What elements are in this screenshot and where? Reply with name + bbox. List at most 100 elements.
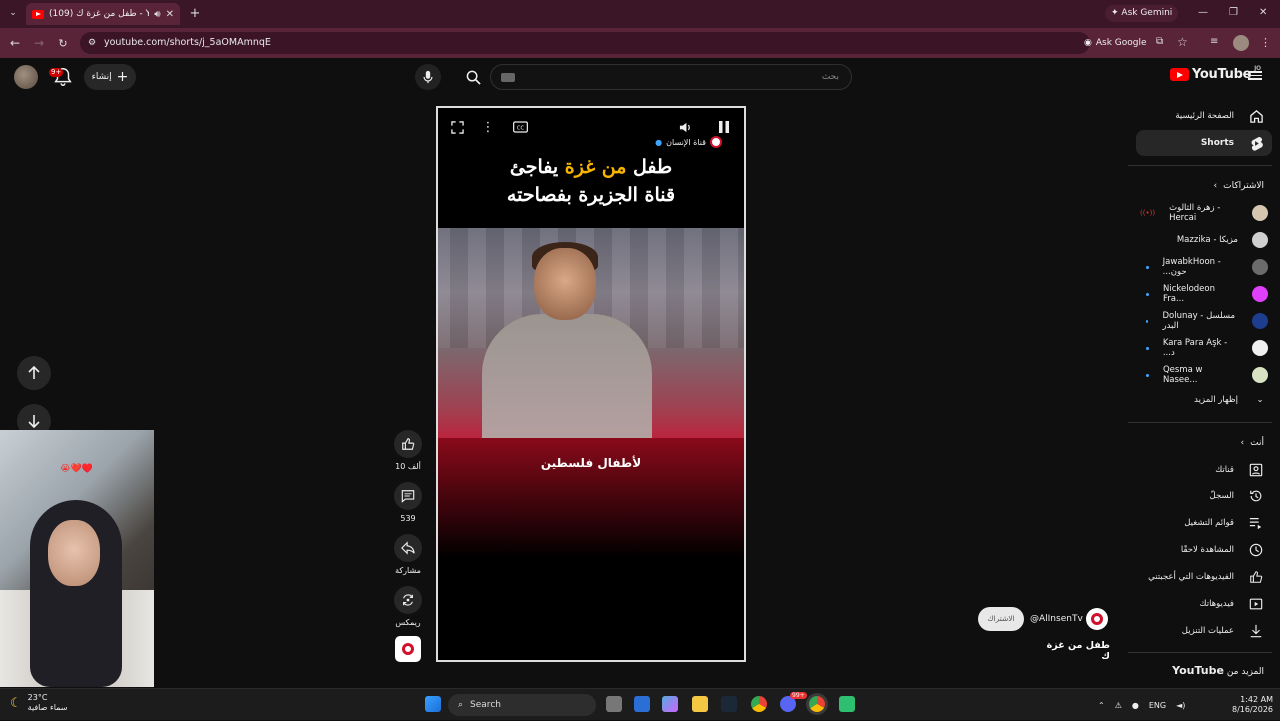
show-more-button[interactable]: إظهار المزيد ⌄ (1140, 388, 1268, 412)
voice-search-icon[interactable] (415, 64, 441, 90)
windows-start-icon[interactable] (425, 696, 441, 712)
whatsapp-icon[interactable] (839, 696, 855, 712)
volume-icon[interactable] (676, 118, 694, 136)
url-text: youtube.com/shorts/j_5aOMAmnqE (104, 37, 271, 48)
chrome-icon[interactable] (751, 696, 767, 712)
address-bar[interactable]: ⚙ youtube.com/shorts/j_5aOMAmnqE (80, 32, 1090, 54)
channel-avatar (1252, 313, 1268, 329)
ask-gemini-button[interactable]: ✦ Ask Gemini (1105, 5, 1179, 22)
taskbar-search[interactable]: ⌕ Search (448, 694, 596, 716)
sound-source-thumbnail[interactable] (395, 636, 421, 662)
you-header[interactable]: ‹ أنت (1241, 438, 1264, 448)
taskbar-clock[interactable]: 1:42 AM 8/16/2026 (1232, 695, 1273, 715)
bookmark-star-icon[interactable]: ☆ (1177, 35, 1188, 49)
create-label: إنشاء (91, 72, 112, 82)
task-view-icon[interactable] (606, 696, 622, 712)
search-button[interactable] (456, 64, 490, 90)
sidebar-divider (1128, 422, 1272, 423)
forward-icon[interactable]: → (32, 36, 46, 50)
more-options-icon[interactable]: ⋮ (479, 118, 497, 136)
file-explorer-icon[interactable] (692, 696, 708, 712)
sidebar-item-watch-later[interactable]: المشاهدة لاحقًا (1136, 537, 1272, 563)
fullscreen-icon[interactable] (448, 118, 466, 136)
subscribe-button[interactable]: الاشتراك (978, 607, 1024, 631)
remix-button[interactable]: ريمكس (393, 586, 423, 627)
new-tab-button[interactable]: + (188, 6, 202, 21)
reading-list-icon[interactable]: ≡ (1210, 36, 1218, 47)
network-icon[interactable]: ⚠ (1115, 701, 1122, 710)
webcam-person-face (48, 520, 100, 586)
browser-menu-icon[interactable]: ⋮ (1260, 36, 1271, 49)
comments-button[interactable]: 539 (393, 482, 423, 523)
microphone-icon[interactable]: ● (1132, 701, 1139, 710)
tab-close-icon[interactable]: ✕ (166, 9, 174, 20)
sidebar-subscription-item[interactable]: Nickelodeon Fra... (1140, 282, 1268, 306)
weather-widget[interactable]: ☾ 23°C سماء صافية (10, 693, 67, 713)
search-input[interactable]: بحث (490, 64, 852, 90)
install-app-icon[interactable]: ⧉ (1156, 36, 1163, 47)
channel-avatar[interactable] (1086, 608, 1108, 630)
sidebar-item-label: قناتك (1215, 465, 1234, 475)
language-indicator[interactable]: ENG (1149, 701, 1166, 710)
more-from-youtube-header: YouTube المزيد من (1160, 664, 1264, 677)
chrome-active-icon[interactable] (809, 696, 825, 712)
windows-taskbar: ☾ 23°C سماء صافية ⌕ Search 99+ ⌃ ⚠ ● ENG… (0, 688, 1280, 720)
sidebar-subscription-item[interactable]: Qesma w Nasee... (1140, 363, 1268, 387)
sidebar-item-playlists[interactable]: قوائم التشغيل (1136, 510, 1272, 536)
sidebar-item-history[interactable]: السجلّ (1136, 483, 1272, 509)
sidebar-item-label: فيديوهاتك (1199, 599, 1234, 609)
create-button[interactable]: إنشاء + (84, 64, 136, 90)
share-icon (394, 534, 422, 562)
sidebar-subscription-item[interactable]: ((•)) زهرة الثالوث - Hercai (1140, 201, 1268, 225)
previous-short-button[interactable] (17, 356, 51, 390)
hamburger-menu-icon[interactable] (1248, 69, 1262, 81)
like-button[interactable]: 10 ألف (393, 430, 423, 471)
sidebar-item-downloads[interactable]: عمليات التنزيل (1136, 618, 1272, 644)
steam-icon[interactable] (721, 696, 737, 712)
audio-playing-icon[interactable]: 🔊︎ (154, 9, 160, 20)
sidebar-item-liked-videos[interactable]: الفيديوهات التي أعجبتني (1136, 564, 1272, 590)
channel-avatar (1252, 232, 1268, 248)
logo-text: YouTube (1192, 67, 1252, 82)
profile-avatar-icon[interactable] (1233, 35, 1249, 51)
share-button[interactable]: مشاركة (393, 534, 423, 575)
account-avatar[interactable] (14, 65, 38, 89)
channel-logo-icon (402, 643, 414, 655)
sidebar-subscription-item[interactable]: Dolunay - مسلسل البدر (1140, 309, 1268, 333)
subscriptions-header-label: الاشتراكات (1223, 181, 1264, 191)
sidebar-subscription-item[interactable]: JawabkHoon - ...حون (1140, 255, 1268, 279)
sidebar-item-your-videos[interactable]: فيديوهاتك (1136, 591, 1272, 617)
ask-google-button[interactable]: ◉ Ask Google (1078, 34, 1153, 52)
browser-tab-active[interactable]: (109) طفل من غزة ك - YouTube 🔊︎ ✕ (26, 3, 180, 25)
channel-handle[interactable]: @AlInsenTv (1030, 614, 1083, 624)
store-icon[interactable] (634, 696, 650, 712)
window-minimize-button[interactable]: — (1198, 7, 1208, 18)
window-close-button[interactable]: ✕ (1259, 7, 1267, 18)
pause-icon[interactable] (715, 118, 733, 136)
sidebar-subscription-item[interactable]: Mazzika - مزيكا (1140, 228, 1268, 252)
weather-condition: سماء صافية (27, 703, 68, 712)
tab-search-button[interactable]: ⌄ (6, 6, 20, 20)
playlist-icon (1248, 515, 1264, 531)
plus-icon: + (116, 69, 129, 85)
sidebar-subscription-item[interactable]: Kara Para Aşk - ...د (1140, 336, 1268, 360)
site-info-icon[interactable]: ⚙ (88, 32, 96, 54)
title-highlight: من غزة (564, 156, 627, 178)
arrow-up-icon (28, 366, 40, 379)
copilot-icon[interactable] (662, 696, 678, 712)
shorts-video-player[interactable]: ⋮ CC ● قناة الإنسان طفل من غزة يفاجئ قنا… (436, 106, 746, 662)
speaker-icon[interactable]: ◄) (1176, 701, 1185, 710)
captions-icon[interactable]: CC (511, 118, 529, 136)
channel-avatar (1252, 367, 1268, 383)
window-restore-button[interactable]: ❐ (1229, 7, 1238, 18)
sidebar-item-shorts[interactable]: Shorts (1136, 130, 1272, 156)
sidebar-item-your-channel[interactable]: قناتك (1136, 457, 1272, 483)
reload-icon[interactable]: ↻ (56, 36, 70, 50)
sidebar-item-home[interactable]: الصفحة الرئيسية (1136, 103, 1272, 129)
tray-chevron-icon[interactable]: ⌃ (1098, 701, 1105, 710)
new-content-dot (1146, 373, 1149, 377)
back-icon[interactable]: ← (8, 36, 22, 50)
subscriptions-header[interactable]: ‹ الاشتراكات (1214, 181, 1264, 191)
subscription-label: Qesma w Nasee... (1162, 365, 1203, 385)
keyboard-icon[interactable] (501, 73, 515, 82)
